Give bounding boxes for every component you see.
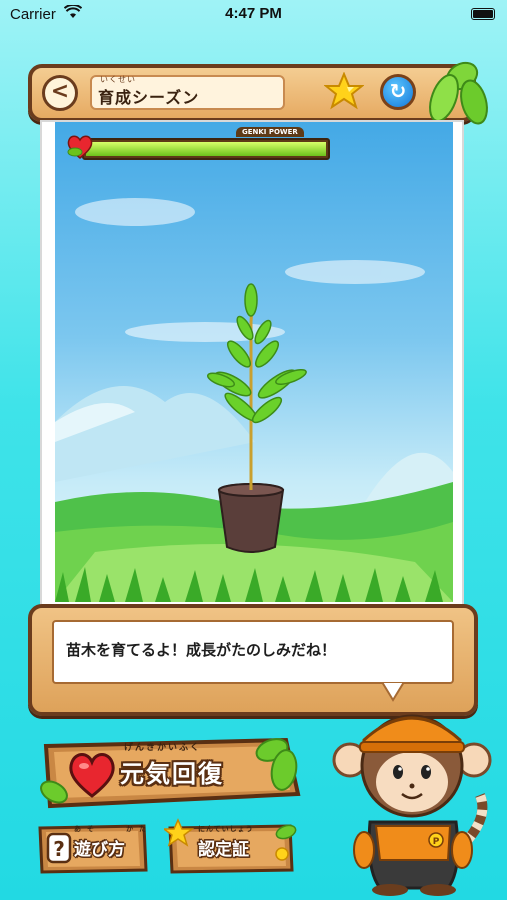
star-icon bbox=[323, 71, 365, 110]
howto-label: 遊び方 bbox=[74, 840, 125, 860]
cert-label: 認定証 bbox=[198, 840, 249, 860]
speech-tail bbox=[380, 681, 406, 702]
question-icon: ? bbox=[46, 832, 72, 864]
back-button[interactable]: < bbox=[42, 75, 78, 111]
battery-icon bbox=[471, 8, 495, 20]
message-text: 苗木を育てるよ！成長がたのしみだね！ bbox=[66, 641, 337, 659]
pot bbox=[217, 483, 285, 553]
growing-scene bbox=[55, 122, 453, 602]
cert-ruby: にんていしょう bbox=[198, 825, 254, 833]
recover-ruby: げんきかいふく bbox=[124, 743, 202, 753]
refresh-button[interactable] bbox=[380, 74, 416, 110]
status-bar: Carrier 4:47 PM bbox=[0, 0, 507, 30]
sapling bbox=[206, 283, 307, 490]
svg-text:?: ? bbox=[53, 837, 65, 861]
recover-label: 元気回復 bbox=[120, 760, 224, 788]
genki-label: GENKI POWER bbox=[236, 127, 304, 137]
star-button[interactable] bbox=[323, 71, 365, 110]
genki-fill bbox=[86, 142, 326, 156]
heart-icon bbox=[66, 134, 94, 160]
monkey-mascot: P bbox=[330, 700, 500, 896]
clock: 4:47 PM bbox=[225, 5, 282, 22]
genki-bar bbox=[82, 138, 330, 160]
howto-ruby: あそ かた bbox=[74, 825, 152, 833]
back-arrow-icon: < bbox=[50, 79, 70, 104]
svg-text:P: P bbox=[433, 837, 440, 847]
page-title: 育成シーズン bbox=[98, 88, 200, 107]
